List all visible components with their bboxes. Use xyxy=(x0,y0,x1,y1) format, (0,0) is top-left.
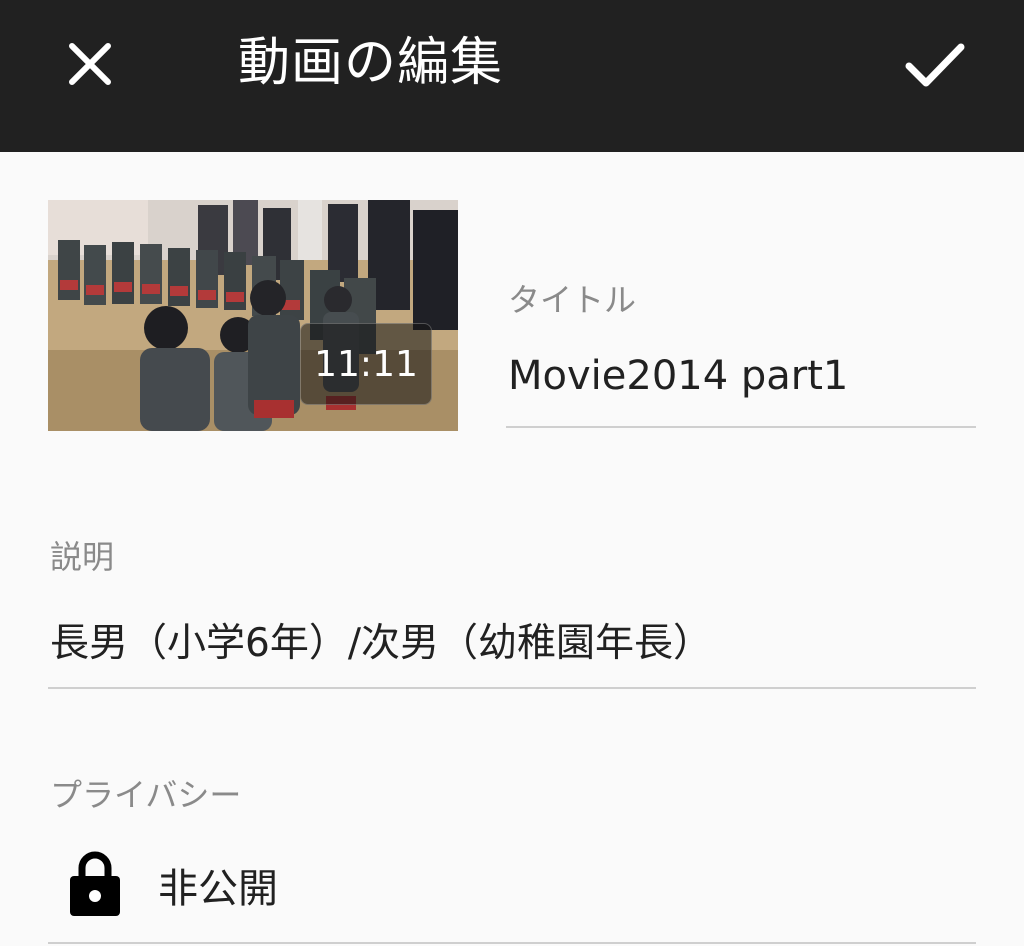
app-toolbar: 動画の編集 xyxy=(0,0,1024,152)
title-input[interactable]: Movie2014 part1 xyxy=(508,353,848,399)
save-button[interactable] xyxy=(894,24,976,106)
duration-badge: 11:11 xyxy=(300,323,432,405)
privacy-select[interactable]: 非公開 xyxy=(158,856,278,914)
description-label: 説明 xyxy=(50,538,115,576)
description-input[interactable]: 長男（小学6年）/次男（幼稚園年長） xyxy=(50,612,712,668)
lock-icon xyxy=(70,851,120,916)
title-underline xyxy=(506,426,976,428)
edit-video-screen: 動画の編集 11:11 タイトル Movie2014 part1 説明 長男（小… xyxy=(0,0,1024,946)
close-button[interactable] xyxy=(50,24,130,104)
check-icon xyxy=(905,43,965,87)
privacy-underline xyxy=(48,942,976,944)
close-icon xyxy=(69,43,111,85)
privacy-label: プライバシー xyxy=(50,776,242,814)
video-thumbnail[interactable]: 11:11 xyxy=(48,200,458,431)
page-title: 動画の編集 xyxy=(238,33,504,93)
title-label: タイトル xyxy=(508,281,637,319)
description-underline xyxy=(48,687,976,689)
